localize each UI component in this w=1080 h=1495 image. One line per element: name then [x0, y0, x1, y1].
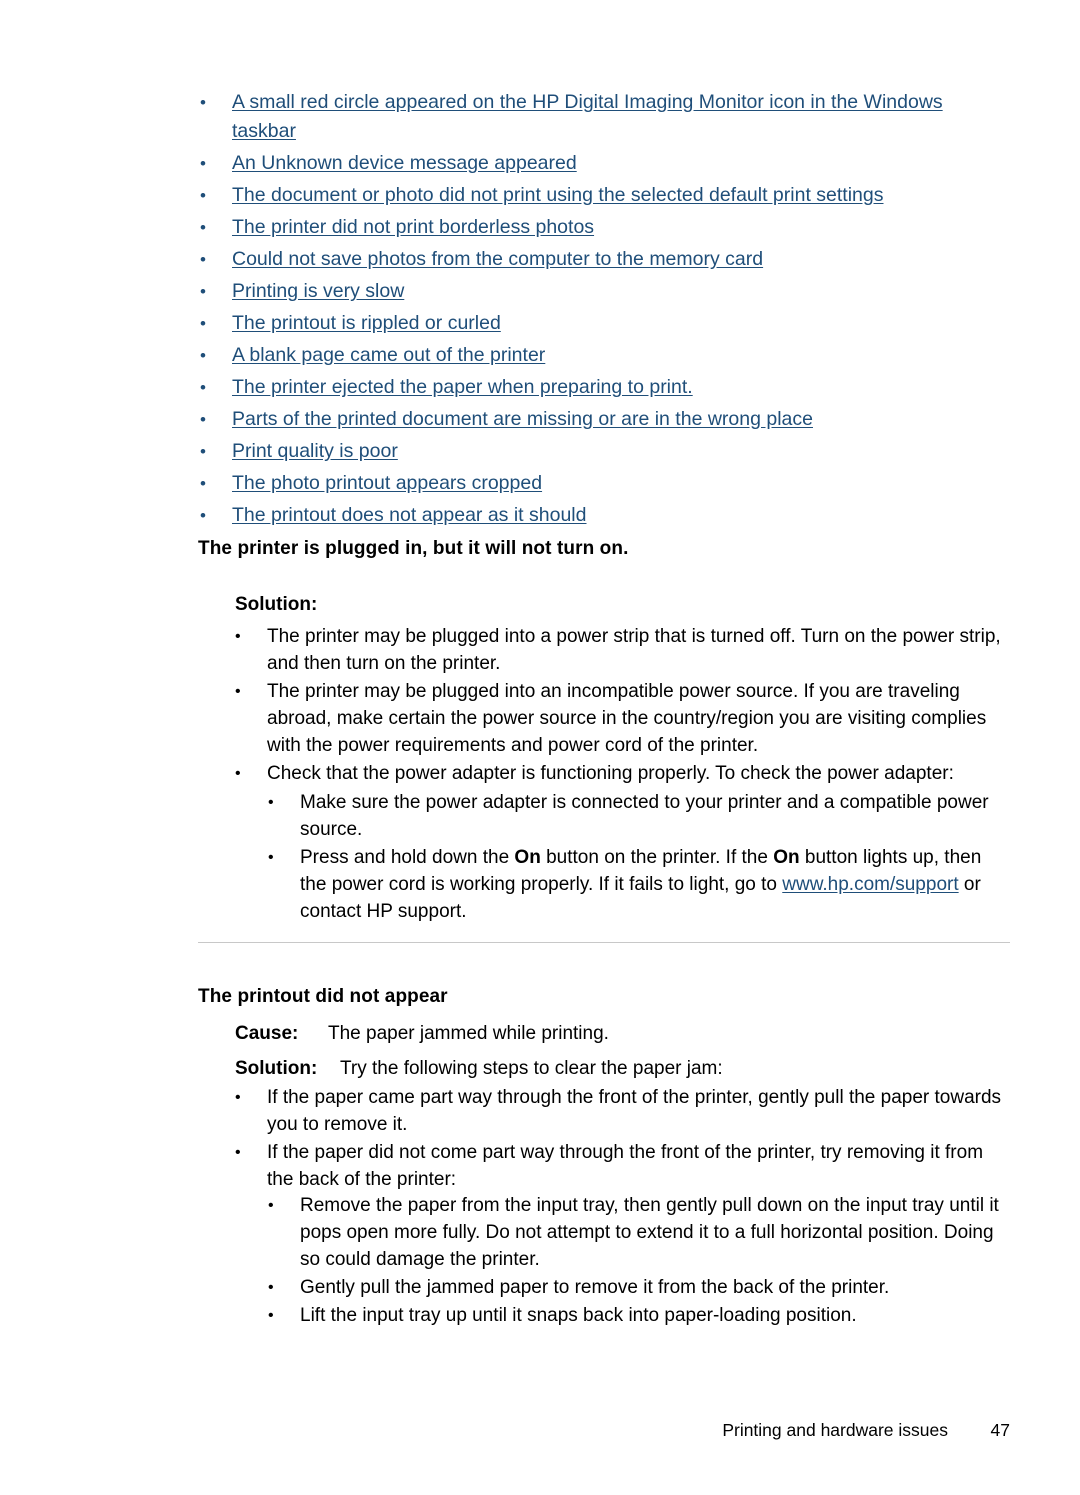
section-one-solution-bullets: • The printer may be plugged into a power…: [235, 623, 1010, 788]
footer-title: Printing and hardware issues: [722, 1420, 948, 1440]
toc-link[interactable]: Could not save photos from the computer …: [232, 245, 1010, 274]
list-item: • The printer may be plugged into an inco…: [235, 678, 1010, 759]
toc-list-item[interactable]: • An Unknown device message appeared: [198, 149, 1010, 178]
toc-link[interactable]: The printer ejected the paper when prepa…: [232, 373, 1010, 402]
list-item-text: Make sure the power adapter is connected…: [300, 789, 1010, 843]
toc-link[interactable]: The photo printout appears cropped: [232, 469, 1010, 498]
list-item: • Remove the paper from the input tray, t…: [268, 1192, 1010, 1273]
list-item: • Gently pull the jammed paper to remove …: [268, 1274, 1010, 1301]
section-heading-printer-not-turn-on: The printer is plugged in, but it will n…: [198, 538, 629, 559]
bullet-icon: •: [200, 474, 206, 493]
bullet-icon: •: [268, 794, 274, 811]
solution-label-section-one: Solution:: [235, 594, 318, 615]
toc-list-item[interactable]: • Print quality is poor: [198, 437, 1010, 466]
bullet-icon: •: [235, 1089, 241, 1106]
toc-link[interactable]: Parts of the printed document are missin…: [232, 405, 1010, 434]
list-item-text: Remove the paper from the input tray, th…: [300, 1195, 999, 1270]
section-two-bullets: • If the paper came part way through the …: [235, 1084, 1010, 1194]
list-item: • Make sure the power adapter is connecte…: [268, 789, 1010, 843]
list-item-text: Press and hold down the On button on the…: [300, 844, 1010, 925]
toc-list-item[interactable]: • Printing is very slow: [198, 277, 1010, 306]
toc-link[interactable]: Print quality is poor: [232, 437, 1010, 466]
toc-list-item[interactable]: • The printer ejected the paper when prep…: [198, 373, 1010, 402]
section-two-sub-bullets: • Remove the paper from the input tray, t…: [268, 1192, 1010, 1330]
emphasis-text: On: [514, 847, 541, 868]
bullet-icon: •: [268, 1279, 274, 1296]
bullet-icon: •: [235, 765, 241, 782]
text-run: button on the printer. If the: [540, 847, 774, 868]
list-item-text: If the paper did not come part way throu…: [267, 1142, 984, 1190]
toc-link[interactable]: A small red circle appeared on the HP Di…: [232, 88, 1010, 146]
cause-label: Cause:: [235, 1023, 299, 1044]
list-item-text: Check that the power adapter is function…: [267, 763, 954, 784]
solution-row: Solution: Try the following steps to cle…: [235, 1055, 1015, 1082]
toc-list-item[interactable]: • Parts of the printed document are missi…: [198, 405, 1010, 434]
list-item: • If the paper came part way through the …: [235, 1084, 1010, 1138]
list-item-text: Lift the input tray up until it snaps ba…: [300, 1305, 857, 1326]
section-one-sub-bullets: • Make sure the power adapter is connecte…: [268, 789, 1010, 926]
list-item-text: If the paper came part way through the f…: [267, 1087, 1002, 1135]
bullet-icon: •: [268, 849, 274, 866]
text-run: Make sure the power adapter is connected…: [300, 792, 989, 840]
toc-link[interactable]: The printout does not appear as it shoul…: [232, 501, 1010, 530]
toc-list-item[interactable]: • The document or photo did not print usi…: [198, 181, 1010, 210]
toc-link[interactable]: The printer did not print borderless pho…: [232, 213, 1010, 242]
cause-value: The paper jammed while printing.: [328, 1023, 609, 1044]
bullet-icon: •: [200, 378, 206, 397]
toc-link[interactable]: A blank page came out of the printer: [232, 341, 1010, 370]
toc-link[interactable]: Printing is very slow: [232, 277, 1010, 306]
bullet-icon: •: [200, 282, 206, 301]
section-divider: [198, 942, 1010, 943]
bullet-icon: •: [268, 1197, 274, 1214]
toc-list-item[interactable]: • The printer did not print borderless ph…: [198, 213, 1010, 242]
list-item-text: Gently pull the jammed paper to remove i…: [300, 1277, 890, 1298]
bullet-icon: •: [200, 93, 206, 112]
cause-row: Cause: The paper jammed while printing.: [235, 1020, 1015, 1047]
bullet-icon: •: [235, 683, 241, 700]
bullet-icon: •: [200, 218, 206, 237]
bullet-icon: •: [200, 250, 206, 269]
list-item: • Lift the input tray up until it snaps b…: [268, 1302, 1010, 1329]
document-page: • A small red circle appeared on the HP D…: [0, 0, 1080, 1495]
toc-link[interactable]: An Unknown device message appeared: [232, 149, 1010, 178]
bullet-icon: •: [200, 186, 206, 205]
page-footer: Printing and hardware issues 47: [198, 1420, 1010, 1441]
list-item-text: The printer may be plugged into an incom…: [267, 681, 987, 756]
list-item-text: The printer may be plugged into a power …: [267, 626, 1001, 674]
section-heading-printout-did-not-appear: The printout did not appear: [198, 986, 448, 1007]
troubleshooting-link-list: • A small red circle appeared on the HP D…: [198, 88, 1010, 533]
bullet-icon: •: [200, 314, 206, 333]
bullet-icon: •: [200, 442, 206, 461]
bullet-icon: •: [268, 1307, 274, 1324]
toc-list-item[interactable]: • A blank page came out of the printer: [198, 341, 1010, 370]
toc-list-item[interactable]: • Could not save photos from the computer…: [198, 245, 1010, 274]
bullet-icon: •: [200, 410, 206, 429]
toc-list-item[interactable]: • The printout is rippled or curled: [198, 309, 1010, 338]
list-item: • The printer may be plugged into a power…: [235, 623, 1010, 677]
bullet-icon: •: [200, 506, 206, 525]
bullet-icon: •: [200, 154, 206, 173]
solution-value: Try the following steps to clear the pap…: [340, 1058, 723, 1079]
toc-link[interactable]: The printout is rippled or curled: [232, 309, 1010, 338]
emphasis-text: On: [773, 847, 800, 868]
bullet-icon: •: [200, 346, 206, 365]
toc-list-item[interactable]: • The printout does not appear as it shou…: [198, 501, 1010, 530]
toc-list-item[interactable]: • The photo printout appears cropped: [198, 469, 1010, 498]
solution-label: Solution:: [235, 1058, 318, 1079]
support-url-link[interactable]: www.hp.com/support: [782, 874, 958, 895]
list-item: • Press and hold down the On button on th…: [268, 844, 1010, 925]
footer-page-number: 47: [990, 1420, 1010, 1440]
bullet-icon: •: [235, 1144, 241, 1161]
list-item: • If the paper did not come part way thro…: [235, 1139, 1010, 1193]
list-item: • Check that the power adapter is functio…: [235, 760, 1010, 787]
text-run: Press and hold down the: [300, 847, 515, 868]
toc-link[interactable]: The document or photo did not print usin…: [232, 181, 1010, 210]
bullet-icon: •: [235, 628, 241, 645]
toc-list-item[interactable]: • A small red circle appeared on the HP D…: [198, 88, 1010, 146]
